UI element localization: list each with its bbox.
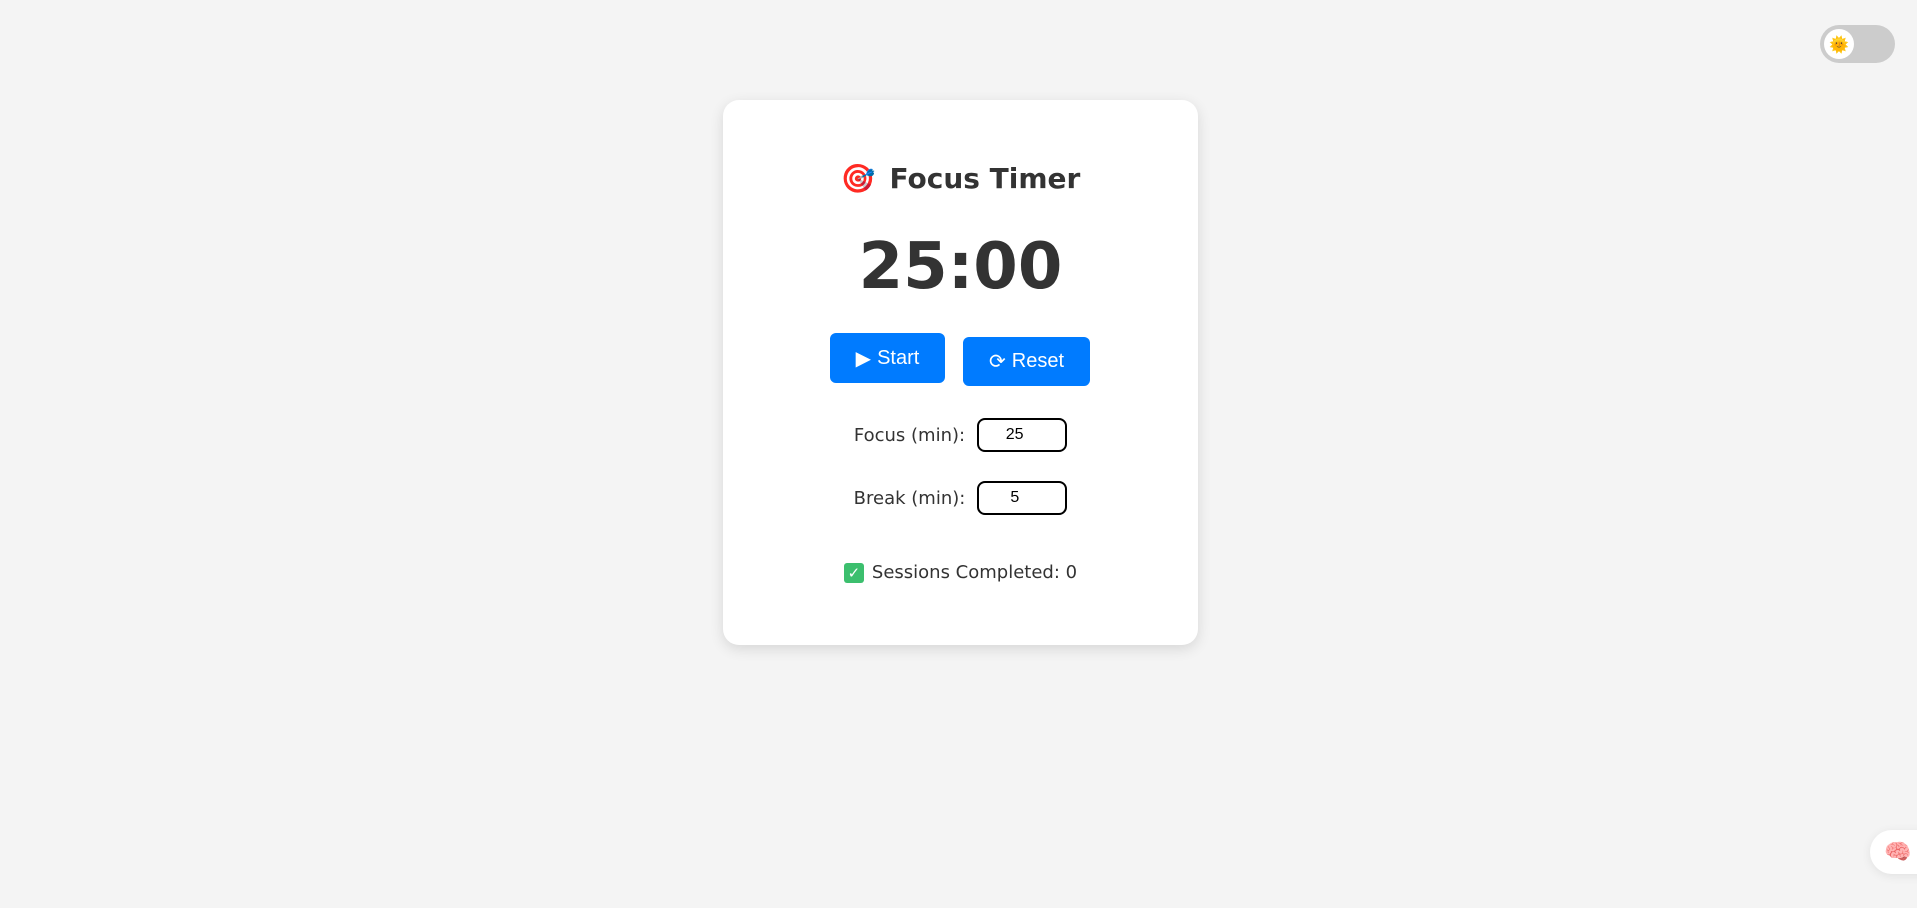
theme-toggle[interactable]: 🌞: [1820, 25, 1895, 63]
sun-icon: 🌞: [1824, 29, 1854, 59]
break-label: Break (min):: [853, 487, 966, 509]
timer-card: 🎯 Focus Timer 25:00 ▶ Start ⟳ Reset Focu…: [723, 100, 1198, 645]
assistant-button[interactable]: 🧠: [1870, 830, 1917, 874]
refresh-icon: ⟳: [988, 351, 1006, 373]
timer-display: 25:00: [858, 230, 1063, 304]
target-icon: 🎯: [840, 162, 876, 195]
break-input[interactable]: [977, 481, 1068, 515]
play-icon: ▶: [855, 347, 872, 370]
title-text: Focus Timer: [889, 162, 1081, 195]
start-label: Start: [877, 346, 920, 369]
start-button[interactable]: ▶ Start: [830, 333, 945, 383]
sessions-counter: ✓ Sessions Completed: 0: [723, 562, 1198, 583]
page-title: 🎯 Focus Timer: [723, 162, 1198, 195]
focus-row: Focus (min):: [723, 418, 1198, 452]
focus-input[interactable]: [977, 418, 1068, 452]
check-icon: ✓: [843, 562, 864, 583]
reset-button[interactable]: ⟳ Reset: [963, 337, 1090, 386]
reset-label: Reset: [1011, 350, 1064, 372]
brain-icon: 🧠: [1884, 839, 1912, 865]
sessions-text: Sessions Completed: 0: [871, 562, 1078, 583]
focus-label: Focus (min):: [853, 424, 966, 446]
break-row: Break (min):: [723, 481, 1198, 515]
